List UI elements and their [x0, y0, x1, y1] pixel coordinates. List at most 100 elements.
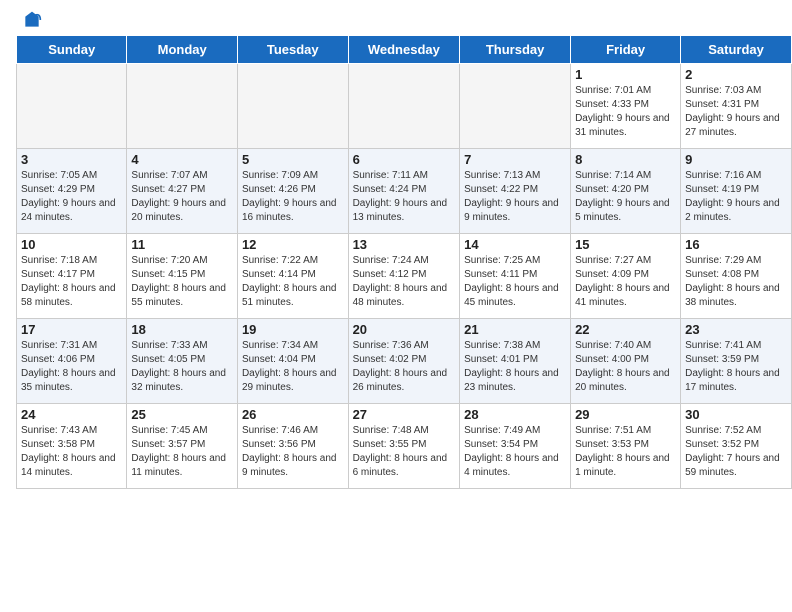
- calendar-cell: 22 Sunrise: 7:40 AM Sunset: 4:00 PM Dayli…: [571, 319, 681, 404]
- calendar-cell: [17, 64, 127, 149]
- day-info: Sunrise: 7:34 AM Sunset: 4:04 PM Dayligh…: [242, 339, 344, 395]
- day-number: 9: [685, 152, 787, 167]
- calendar-cell: 18Sunrise: 7:33 AM Sunset: 4:05 PM Dayli…: [127, 319, 238, 404]
- calendar-cell: 8 Sunrise: 7:14 AM Sunset: 4:20 PM Daylig…: [571, 149, 681, 234]
- day-number: 11: [131, 237, 233, 252]
- calendar-cell: 21 Sunrise: 7:38 AM Sunset: 4:01 PM Dayli…: [460, 319, 571, 404]
- day-info: Sunrise: 7:38 AM Sunset: 4:01 PM Dayligh…: [464, 339, 566, 395]
- day-number: 18: [131, 322, 233, 337]
- day-info: Sunrise: 7:03 AM Sunset: 4:31 PM Dayligh…: [685, 84, 787, 140]
- day-info: Sunrise: 7:25 AM Sunset: 4:11 PM Dayligh…: [464, 254, 566, 310]
- calendar-table: SundayMondayTuesdayWednesdayThursdayFrid…: [16, 35, 792, 489]
- day-info: Sunrise: 7:46 AM Sunset: 3:56 PM Dayligh…: [242, 424, 344, 480]
- day-number: 14: [464, 237, 566, 252]
- day-header-thursday: Thursday: [460, 36, 571, 64]
- day-info: Sunrise: 7:01 AM Sunset: 4:33 PM Dayligh…: [575, 84, 676, 140]
- calendar-cell: 20Sunrise: 7:36 AM Sunset: 4:02 PM Dayli…: [348, 319, 460, 404]
- calendar-cell: 14 Sunrise: 7:25 AM Sunset: 4:11 PM Dayli…: [460, 234, 571, 319]
- calendar-week-5: 24 Sunrise: 7:43 AM Sunset: 3:58 PM Dayli…: [17, 404, 792, 489]
- day-info: Sunrise: 7:24 AM Sunset: 4:12 PM Dayligh…: [353, 254, 456, 310]
- calendar-cell: 6 Sunrise: 7:11 AM Sunset: 4:24 PM Daylig…: [348, 149, 460, 234]
- calendar-week-4: 17 Sunrise: 7:31 AM Sunset: 4:06 PM Dayli…: [17, 319, 792, 404]
- day-number: 21: [464, 322, 566, 337]
- day-number: 4: [131, 152, 233, 167]
- day-number: 15: [575, 237, 676, 252]
- calendar-week-3: 10Sunrise: 7:18 AM Sunset: 4:17 PM Dayli…: [17, 234, 792, 319]
- calendar-cell: 25 Sunrise: 7:45 AM Sunset: 3:57 PM Dayli…: [127, 404, 238, 489]
- calendar-cell: 19 Sunrise: 7:34 AM Sunset: 4:04 PM Dayli…: [237, 319, 348, 404]
- day-number: 2: [685, 67, 787, 82]
- calendar-cell: 27 Sunrise: 7:48 AM Sunset: 3:55 PM Dayli…: [348, 404, 460, 489]
- calendar-cell: [237, 64, 348, 149]
- day-number: 24: [21, 407, 122, 422]
- calendar-cell: 16 Sunrise: 7:29 AM Sunset: 4:08 PM Dayli…: [681, 234, 792, 319]
- calendar-cell: 12 Sunrise: 7:22 AM Sunset: 4:14 PM Dayli…: [237, 234, 348, 319]
- calendar-body: 1 Sunrise: 7:01 AM Sunset: 4:33 PM Daylig…: [17, 64, 792, 489]
- logo-icon: [22, 10, 42, 30]
- day-info: Sunrise: 7:14 AM Sunset: 4:20 PM Dayligh…: [575, 169, 676, 225]
- day-info: Sunrise: 7:49 AM Sunset: 3:54 PM Dayligh…: [464, 424, 566, 480]
- day-info: Sunrise: 7:09 AM Sunset: 4:26 PM Dayligh…: [242, 169, 344, 225]
- day-info: Sunrise: 7:16 AM Sunset: 4:19 PM Dayligh…: [685, 169, 787, 225]
- day-number: 19: [242, 322, 344, 337]
- logo: [20, 10, 42, 30]
- day-header-wednesday: Wednesday: [348, 36, 460, 64]
- day-info: Sunrise: 7:45 AM Sunset: 3:57 PM Dayligh…: [131, 424, 233, 480]
- day-info: Sunrise: 7:41 AM Sunset: 3:59 PM Dayligh…: [685, 339, 787, 395]
- calendar-cell: 17 Sunrise: 7:31 AM Sunset: 4:06 PM Dayli…: [17, 319, 127, 404]
- day-number: 26: [242, 407, 344, 422]
- day-info: Sunrise: 7:31 AM Sunset: 4:06 PM Dayligh…: [21, 339, 122, 395]
- day-info: Sunrise: 7:40 AM Sunset: 4:00 PM Dayligh…: [575, 339, 676, 395]
- day-info: Sunrise: 7:51 AM Sunset: 3:53 PM Dayligh…: [575, 424, 676, 480]
- day-number: 12: [242, 237, 344, 252]
- day-number: 3: [21, 152, 122, 167]
- day-info: Sunrise: 7:11 AM Sunset: 4:24 PM Dayligh…: [353, 169, 456, 225]
- day-number: 30: [685, 407, 787, 422]
- day-number: 5: [242, 152, 344, 167]
- day-header-friday: Friday: [571, 36, 681, 64]
- day-info: Sunrise: 7:18 AM Sunset: 4:17 PM Dayligh…: [21, 254, 122, 310]
- day-number: 7: [464, 152, 566, 167]
- calendar-cell: 4Sunrise: 7:07 AM Sunset: 4:27 PM Daylig…: [127, 149, 238, 234]
- calendar-cell: 9 Sunrise: 7:16 AM Sunset: 4:19 PM Daylig…: [681, 149, 792, 234]
- day-number: 22: [575, 322, 676, 337]
- calendar-cell: 11 Sunrise: 7:20 AM Sunset: 4:15 PM Dayli…: [127, 234, 238, 319]
- day-header-monday: Monday: [127, 36, 238, 64]
- day-info: Sunrise: 7:29 AM Sunset: 4:08 PM Dayligh…: [685, 254, 787, 310]
- day-number: 25: [131, 407, 233, 422]
- calendar-week-2: 3 Sunrise: 7:05 AM Sunset: 4:29 PM Daylig…: [17, 149, 792, 234]
- day-info: Sunrise: 7:36 AM Sunset: 4:02 PM Dayligh…: [353, 339, 456, 395]
- day-info: Sunrise: 7:13 AM Sunset: 4:22 PM Dayligh…: [464, 169, 566, 225]
- calendar-cell: [127, 64, 238, 149]
- page-header: [0, 0, 792, 35]
- day-number: 8: [575, 152, 676, 167]
- calendar-cell: 3 Sunrise: 7:05 AM Sunset: 4:29 PM Daylig…: [17, 149, 127, 234]
- day-info: Sunrise: 7:05 AM Sunset: 4:29 PM Dayligh…: [21, 169, 122, 225]
- calendar-week-1: 1 Sunrise: 7:01 AM Sunset: 4:33 PM Daylig…: [17, 64, 792, 149]
- day-number: 6: [353, 152, 456, 167]
- day-number: 27: [353, 407, 456, 422]
- calendar-cell: 29 Sunrise: 7:51 AM Sunset: 3:53 PM Dayli…: [571, 404, 681, 489]
- calendar-cell: [348, 64, 460, 149]
- day-header-sunday: Sunday: [17, 36, 127, 64]
- calendar-cell: 13Sunrise: 7:24 AM Sunset: 4:12 PM Dayli…: [348, 234, 460, 319]
- day-info: Sunrise: 7:20 AM Sunset: 4:15 PM Dayligh…: [131, 254, 233, 310]
- day-info: Sunrise: 7:48 AM Sunset: 3:55 PM Dayligh…: [353, 424, 456, 480]
- calendar-cell: 26 Sunrise: 7:46 AM Sunset: 3:56 PM Dayli…: [237, 404, 348, 489]
- calendar-cell: 15 Sunrise: 7:27 AM Sunset: 4:09 PM Dayli…: [571, 234, 681, 319]
- calendar-cell: [460, 64, 571, 149]
- day-number: 29: [575, 407, 676, 422]
- day-header-tuesday: Tuesday: [237, 36, 348, 64]
- calendar-header: SundayMondayTuesdayWednesdayThursdayFrid…: [17, 36, 792, 64]
- header-row: SundayMondayTuesdayWednesdayThursdayFrid…: [17, 36, 792, 64]
- day-info: Sunrise: 7:43 AM Sunset: 3:58 PM Dayligh…: [21, 424, 122, 480]
- day-number: 16: [685, 237, 787, 252]
- day-info: Sunrise: 7:52 AM Sunset: 3:52 PM Dayligh…: [685, 424, 787, 480]
- calendar-cell: 10Sunrise: 7:18 AM Sunset: 4:17 PM Dayli…: [17, 234, 127, 319]
- calendar-cell: 1 Sunrise: 7:01 AM Sunset: 4:33 PM Daylig…: [571, 64, 681, 149]
- day-info: Sunrise: 7:27 AM Sunset: 4:09 PM Dayligh…: [575, 254, 676, 310]
- day-number: 1: [575, 67, 676, 82]
- day-info: Sunrise: 7:22 AM Sunset: 4:14 PM Dayligh…: [242, 254, 344, 310]
- day-header-saturday: Saturday: [681, 36, 792, 64]
- day-number: 17: [21, 322, 122, 337]
